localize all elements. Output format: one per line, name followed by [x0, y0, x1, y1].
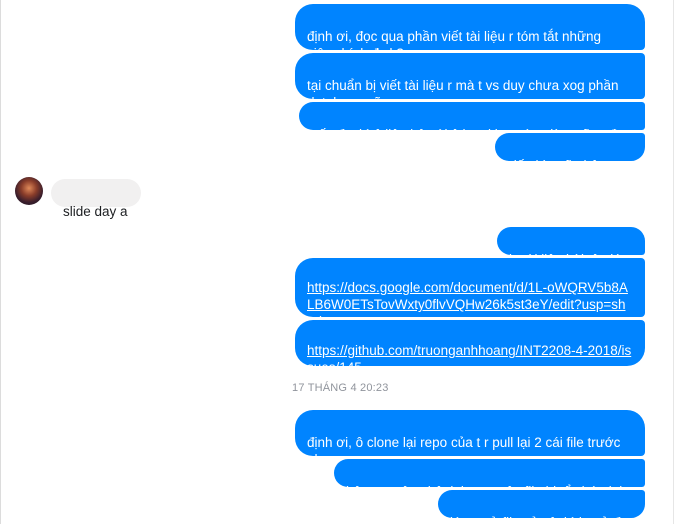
message-bubble-outgoing[interactable]: hôm n t cập nhật lại repo nên file bị tổ… — [334, 459, 645, 499]
message-bubble-outgoing-link[interactable]: https://docs.google.com/document/d/1L-oW… — [295, 258, 645, 329]
message-text: lúc t mở file của ô thì k mở đc — [450, 515, 628, 524]
timestamp-divider: 17 THÁNG 4 20:23 — [292, 382, 389, 394]
github-issue-link[interactable]: https://github.com/truonganhhoang/INT220… — [307, 343, 631, 375]
message-text: viết thì t sẽ phân sau — [507, 158, 632, 173]
chat-window: định ơi, đọc qua phần viết tài liệu r tó… — [0, 0, 674, 524]
message-bubble-outgoing[interactable]: tại chuẩn bị viết tài liệu r mà t vs duy… — [295, 53, 645, 110]
message-bubble-outgoing[interactable]: k, tài liệu bài tập lớn — [497, 227, 645, 267]
contact-avatar-icon[interactable] — [15, 177, 43, 205]
message-bubble-outgoing-link[interactable]: https://github.com/truonganhhoang/INT220… — [295, 320, 645, 375]
message-text: slide day a — [63, 204, 128, 219]
message-bubble-outgoing[interactable]: định ơi, đọc qua phần viết tài liệu r tó… — [295, 4, 645, 61]
message-bubble-outgoing[interactable]: nếu đc thì ô liên hệ với ô huy kia r cùn… — [299, 102, 645, 142]
message-bubble-outgoing[interactable]: viết thì t sẽ phân sau — [495, 133, 645, 173]
message-bubble-outgoing[interactable]: định ơi, ô clone lại repo của t r pull l… — [295, 410, 645, 467]
message-bubble-incoming[interactable]: slide day a — [51, 179, 141, 219]
message-bubble-outgoing[interactable]: lúc t mở file của ô thì k mở đc — [438, 490, 645, 524]
